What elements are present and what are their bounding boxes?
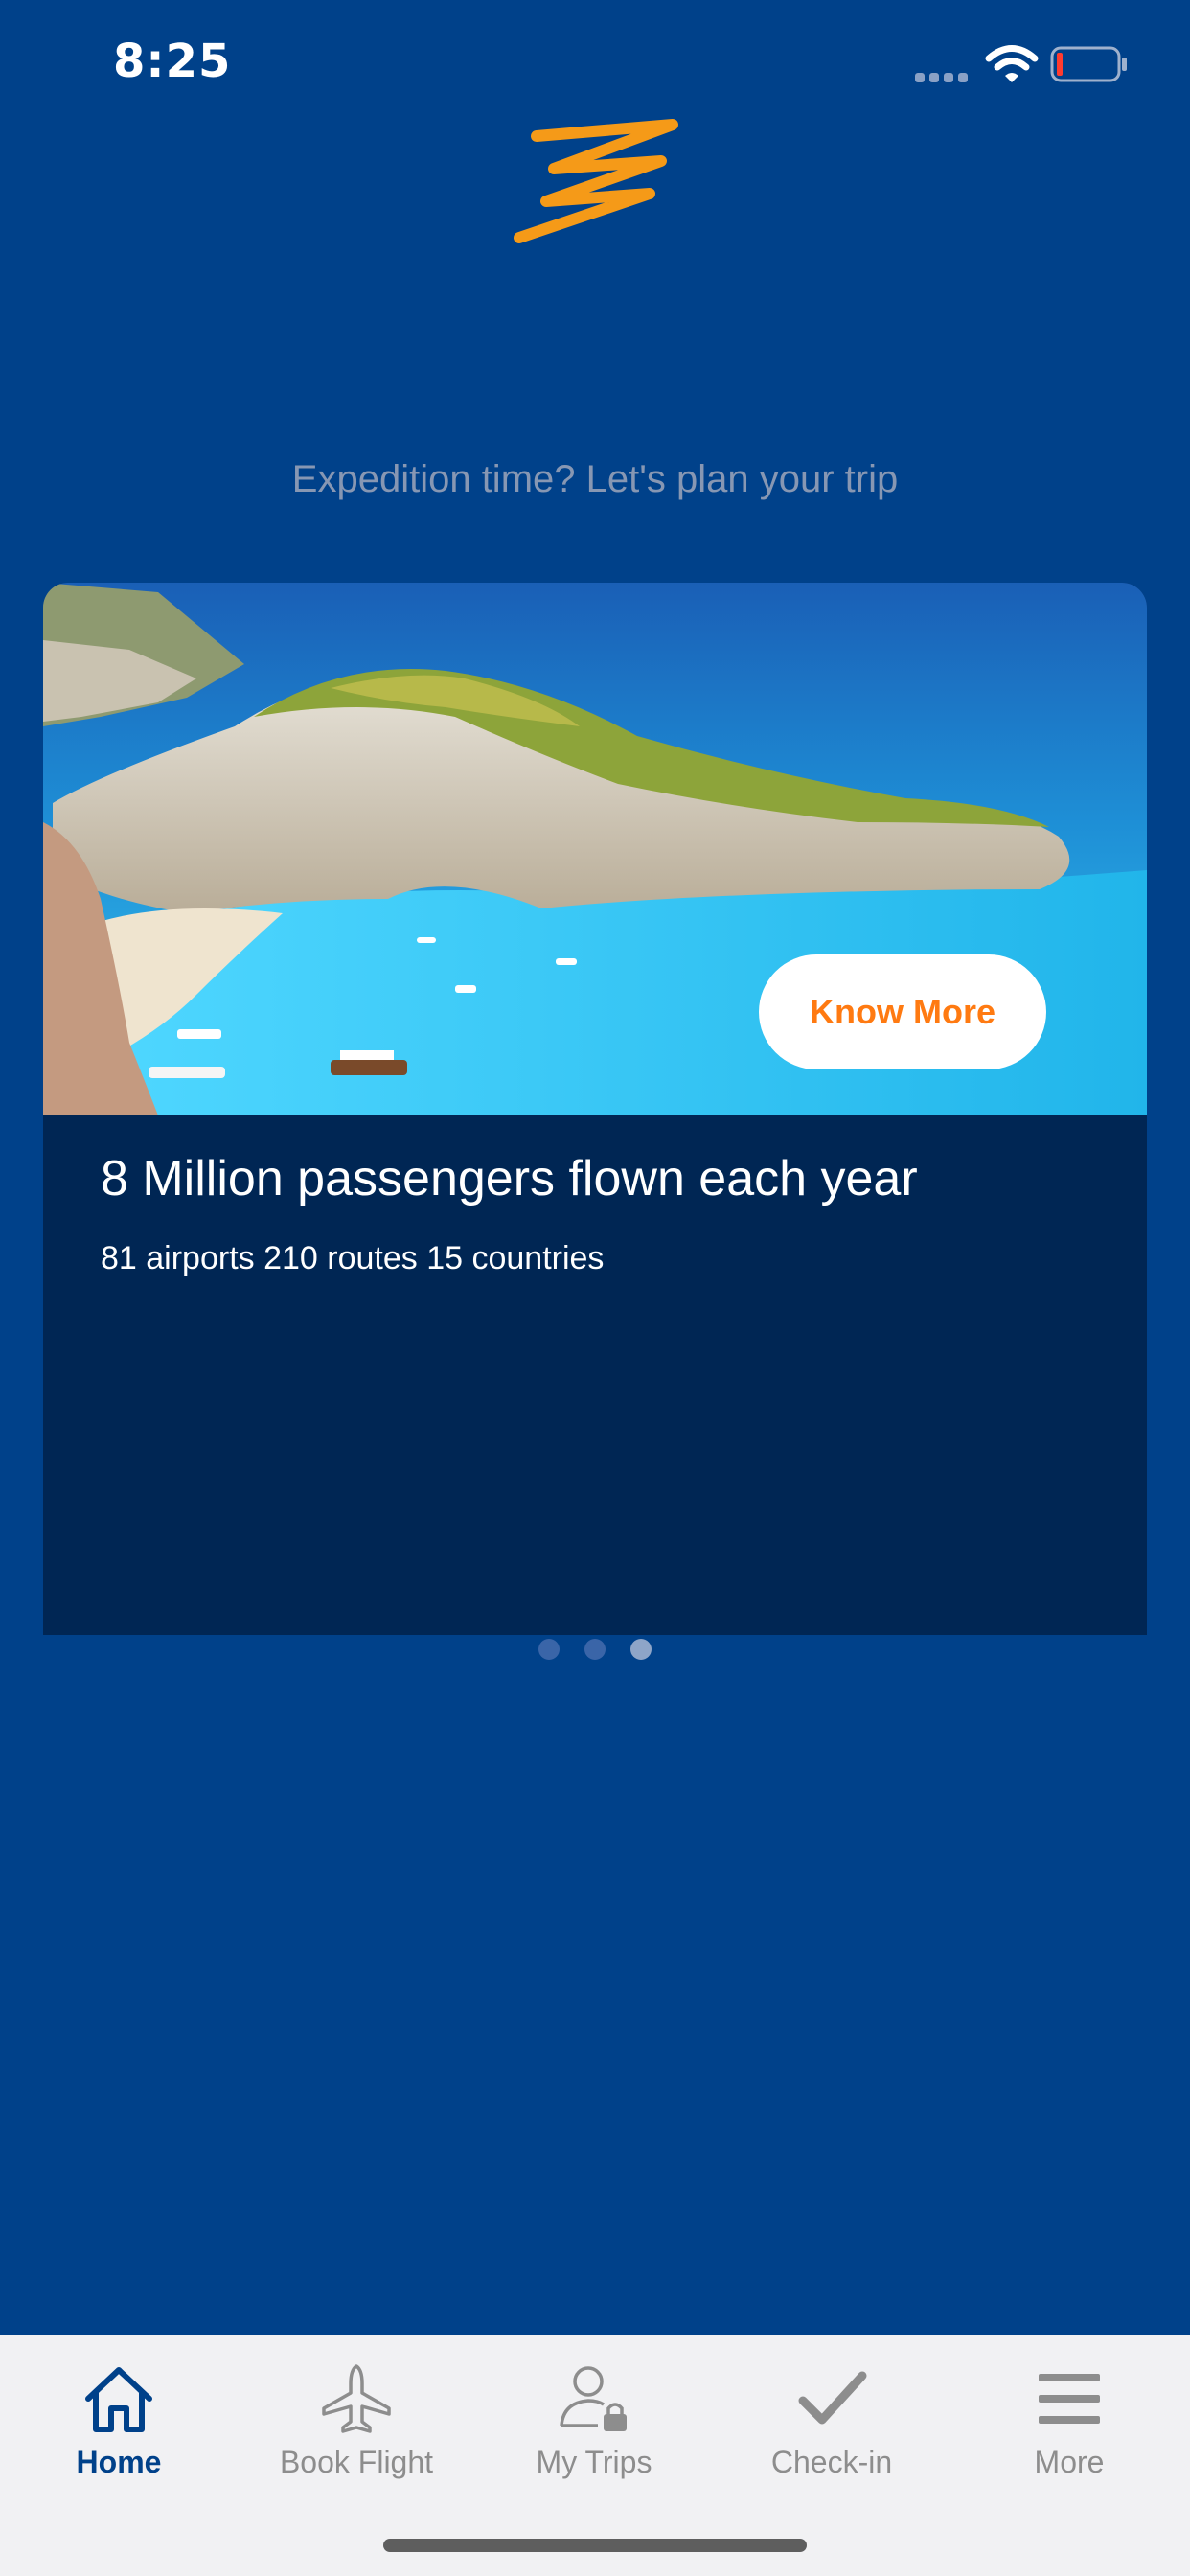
tab-book-flight[interactable]: Book Flight [238,2335,475,2508]
status-time: 8:25 [113,34,232,88]
person-lock-icon [560,2366,627,2431]
tab-my-trips-label: My Trips [536,2445,652,2479]
card-title: 8 Million passengers flown each year [101,1151,918,1207]
pagination-dot-active[interactable] [630,1639,652,1660]
tab-more[interactable]: More [950,2335,1188,2508]
bottom-tab-bar: Home Book Flight My Trips Check-in More [0,2334,1190,2576]
card-body: 8 Million passengers flown each year 81 … [43,1116,1147,1635]
battery-icon [1050,46,1127,82]
tab-check-in[interactable]: Check-in [713,2335,950,2508]
home-indicator[interactable] [383,2539,807,2552]
pagination-dot[interactable] [584,1639,606,1660]
tab-home-label: Home [76,2445,162,2479]
carousel-pagination[interactable] [0,1639,1190,1660]
brand-logo [514,119,678,243]
tab-home[interactable]: Home [0,2335,238,2508]
know-more-button[interactable]: Know More [759,954,1046,1070]
tab-book-flight-label: Book Flight [279,2445,434,2479]
wifi-icon [985,45,1039,82]
pagination-dot[interactable] [538,1639,560,1660]
home-icon [85,2367,152,2432]
tab-my-trips[interactable]: My Trips [475,2335,713,2508]
tab-more-label: More [1034,2445,1105,2479]
plane-icon [322,2364,391,2433]
tab-check-in-label: Check-in [770,2445,893,2479]
card-subtitle: 81 airports 210 routes 15 countries [101,1240,605,1276]
tagline: Expedition time? Let's plan your trip [291,458,899,500]
menu-icon [1039,2374,1100,2424]
home-screen: 8:25 Expedition time? Let's plan your tr… [0,0,1190,2576]
promo-card[interactable]: 8 Million passengers flown each year 81 … [43,583,1147,1635]
cellular-signal-icon [915,69,973,82]
checkmark-icon [798,2371,867,2425]
status-bar: 8:25 [0,0,1190,126]
